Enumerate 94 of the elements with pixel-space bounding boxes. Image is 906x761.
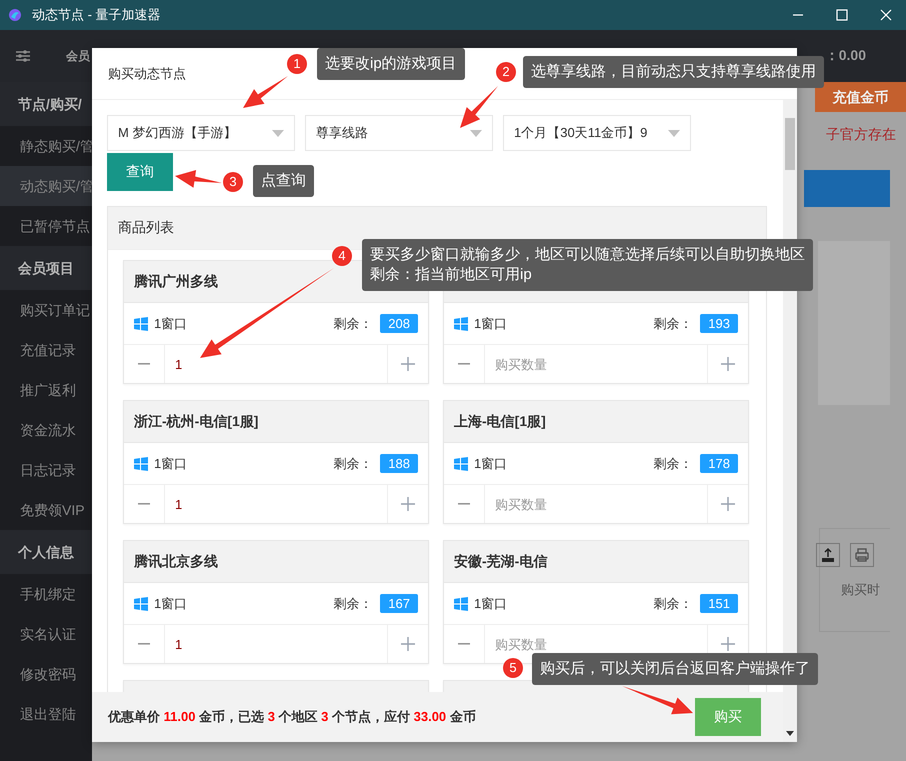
quantity-field[interactable]: 1 bbox=[164, 485, 388, 523]
caret-icon bbox=[272, 130, 284, 136]
windows-icon bbox=[454, 596, 468, 610]
close-icon[interactable] bbox=[880, 9, 892, 21]
region-title: 安徽-芜湖-电信 bbox=[454, 552, 548, 570]
sidebar-group-header[interactable]: 会员项目 bbox=[0, 246, 92, 290]
region-title: 腾讯北京多线 bbox=[134, 552, 218, 570]
windows-icon bbox=[454, 316, 468, 330]
remaining-count: 208 bbox=[380, 314, 418, 333]
minus-icon bbox=[138, 503, 150, 505]
buy-button[interactable]: 购买 bbox=[695, 698, 761, 736]
window-count: 1窗口 bbox=[474, 314, 508, 332]
page-title: 会员 bbox=[66, 48, 90, 64]
remaining-label: 剩余： bbox=[333, 454, 372, 472]
plus-icon bbox=[721, 497, 735, 511]
sidebar-item[interactable]: 实名认证 bbox=[0, 614, 92, 654]
pointer-arrow bbox=[175, 170, 222, 188]
plus-icon bbox=[401, 637, 415, 651]
quantity-field[interactable]: 购买数量 bbox=[484, 345, 708, 383]
annotation-tooltip: 点查询 bbox=[253, 165, 314, 197]
sidebar-group-header[interactable]: 节点/购买/ bbox=[0, 82, 92, 126]
annotation-tooltip: 选尊享线路，目前动态只支持尊享线路使用 bbox=[523, 56, 824, 88]
plus-icon bbox=[401, 357, 415, 371]
region-title: 浙江-杭州-电信[1服] bbox=[134, 412, 258, 430]
scrollbar-thumb[interactable] bbox=[785, 118, 795, 170]
notice-text: 子官方存在 bbox=[826, 126, 897, 144]
remaining-label: 剩余： bbox=[333, 594, 372, 612]
windows-icon bbox=[134, 456, 148, 470]
region-title: 上海-电信[1服] bbox=[454, 412, 546, 430]
pointer-arrow bbox=[460, 86, 498, 128]
remaining-label: 剩余： bbox=[653, 454, 692, 472]
window-title: 动态节点 - 量子加速器 bbox=[32, 6, 161, 24]
action-bar[interactable] bbox=[804, 170, 890, 207]
scroll-down-icon[interactable] bbox=[786, 730, 794, 736]
minus-icon bbox=[138, 643, 150, 645]
annotation-tooltip: 购买后，可以关闭后台返回客户端操作了 bbox=[532, 653, 818, 685]
minus-icon bbox=[458, 503, 470, 505]
sidebar-item[interactable]: 充值记录 bbox=[0, 330, 92, 370]
pointer-arrow bbox=[622, 686, 693, 714]
window-count: 1窗口 bbox=[154, 454, 188, 472]
sidebar-item[interactable]: 退出登陆 bbox=[0, 694, 92, 734]
sidebar-group-header[interactable]: 个人信息 bbox=[0, 530, 92, 574]
minus-icon bbox=[458, 643, 470, 645]
region-title: 腾讯广州多线 bbox=[134, 272, 218, 290]
annotation-tooltip: 选要改ip的游戏项目 bbox=[317, 48, 465, 80]
annotation-tooltip: 要买多少窗口就输多少，地区可以随意选择后续可以自助切换地区 剩余：指当前地区可用ip bbox=[362, 239, 813, 291]
sidebar-item[interactable]: 购买订单记 bbox=[0, 290, 92, 330]
remaining-count: 188 bbox=[380, 454, 418, 473]
order-summary: 优惠单价 11.00 金币，已选 3 个地区 3 个节点，应付 33.00 金币 bbox=[108, 708, 476, 726]
remaining-label: 剩余： bbox=[653, 594, 692, 612]
quantity-field[interactable]: 1 bbox=[164, 625, 388, 663]
remaining-count: 178 bbox=[700, 454, 738, 473]
window-count: 1窗口 bbox=[154, 314, 188, 332]
dropdown[interactable]: 1个月【30天11金币】9 bbox=[503, 115, 691, 151]
minus-icon bbox=[458, 363, 470, 365]
caret-icon bbox=[668, 130, 680, 136]
plus-icon bbox=[401, 497, 415, 511]
remaining-label: 剩余： bbox=[653, 314, 692, 332]
sidebar-item[interactable]: 免费领VIP bbox=[0, 490, 92, 530]
windows-icon bbox=[134, 596, 148, 610]
windows-icon bbox=[454, 456, 468, 470]
maximize-icon[interactable] bbox=[836, 9, 848, 21]
minus-icon bbox=[138, 363, 150, 365]
window-count: 1窗口 bbox=[474, 594, 508, 612]
pointer-arrow bbox=[243, 76, 288, 108]
dialog-title: 购买动态节点 bbox=[108, 64, 186, 82]
sidebar-item[interactable]: 已暂停节点 bbox=[0, 206, 92, 246]
plus-icon bbox=[721, 357, 735, 371]
quantity-field[interactable]: 1 bbox=[164, 345, 388, 383]
plus-icon bbox=[721, 637, 735, 651]
sidebar-item[interactable]: 推广返利 bbox=[0, 370, 92, 410]
quantity-field[interactable]: 购买数量 bbox=[484, 485, 708, 523]
dropdown[interactable]: M 梦幻西游【手游】 bbox=[107, 115, 295, 151]
app-logo-icon bbox=[8, 8, 22, 22]
column-header: 购买时 bbox=[840, 581, 881, 599]
window-count: 1窗口 bbox=[154, 594, 188, 612]
query-button[interactable]: 查询 bbox=[107, 153, 173, 191]
remaining-count: 167 bbox=[380, 594, 418, 613]
dropdown[interactable]: 尊享线路 bbox=[305, 115, 493, 151]
remaining-count: 151 bbox=[700, 594, 738, 613]
sidebar-item[interactable]: 资金流水 bbox=[0, 410, 92, 450]
recharge-button[interactable]: 充值金币 bbox=[815, 82, 906, 112]
windows-icon bbox=[134, 316, 148, 330]
remaining-label: 剩余： bbox=[333, 314, 372, 332]
sidebar-item[interactable]: 日志记录 bbox=[0, 450, 92, 490]
remaining-count: 193 bbox=[700, 314, 738, 333]
balance-text: ：0.00 bbox=[824, 47, 866, 65]
list-title: 商品列表 bbox=[118, 219, 174, 237]
sliders-icon[interactable] bbox=[16, 50, 30, 62]
sidebar-item[interactable]: 手机绑定 bbox=[0, 574, 92, 614]
sidebar-item[interactable]: 修改密码 bbox=[0, 654, 92, 694]
print-icon[interactable] bbox=[850, 543, 874, 567]
window-count: 1窗口 bbox=[474, 454, 508, 472]
export-icon[interactable] bbox=[816, 543, 840, 567]
